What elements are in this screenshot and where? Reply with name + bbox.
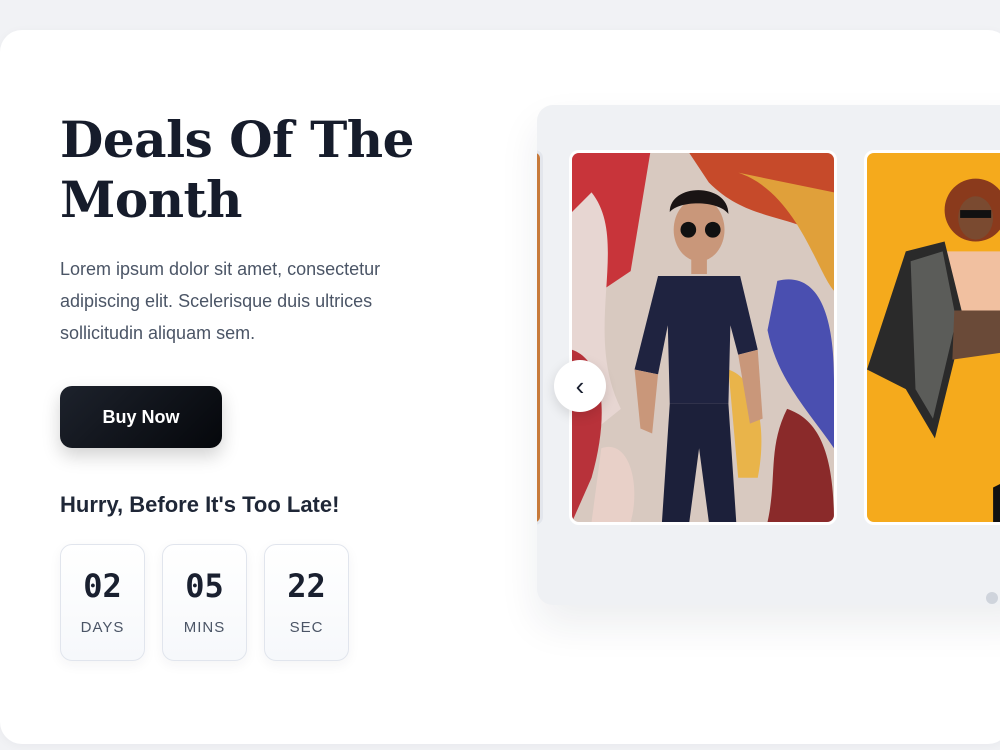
carousel-track[interactable]	[537, 150, 1000, 525]
carousel-prev-button[interactable]: ‹	[554, 360, 606, 412]
carousel-pagination-dot[interactable]	[986, 592, 998, 604]
deals-description: Lorem ipsum dolor sit amet, consectetur …	[60, 259, 381, 343]
countdown-unit: SEC	[289, 619, 324, 636]
countdown-unit: MINS	[183, 619, 226, 636]
countdown-unit: DAYS	[80, 619, 125, 636]
chevron-left-icon: ‹	[575, 370, 585, 401]
page-title: Deals Of The Month	[60, 110, 414, 229]
product-carousel	[537, 105, 1000, 605]
countdown-value: 02	[83, 567, 122, 605]
countdown-value: 05	[185, 567, 224, 605]
buy-now-button[interactable]: Buy Now	[60, 386, 222, 448]
woman-in-navy-outfit-graffiti-photo	[572, 153, 834, 522]
carousel-slide-active[interactable]	[569, 150, 837, 525]
countdown-days: 02 DAYS	[60, 544, 145, 661]
countdown-sec: 22 SEC	[264, 544, 349, 661]
countdown-timer: 02 DAYS 05 MINS 22 SEC	[60, 544, 349, 661]
countdown-mins: 05 MINS	[162, 544, 247, 661]
carousel-slide-next[interactable]	[864, 150, 1000, 525]
woman-in-blazer-yellow-background-photo	[867, 153, 1000, 522]
urgency-heading: Hurry, Before It's Too Late!	[60, 492, 340, 517]
countdown-value: 22	[287, 567, 326, 605]
slide-image	[537, 153, 540, 522]
carousel-slide-previous[interactable]	[537, 150, 543, 525]
